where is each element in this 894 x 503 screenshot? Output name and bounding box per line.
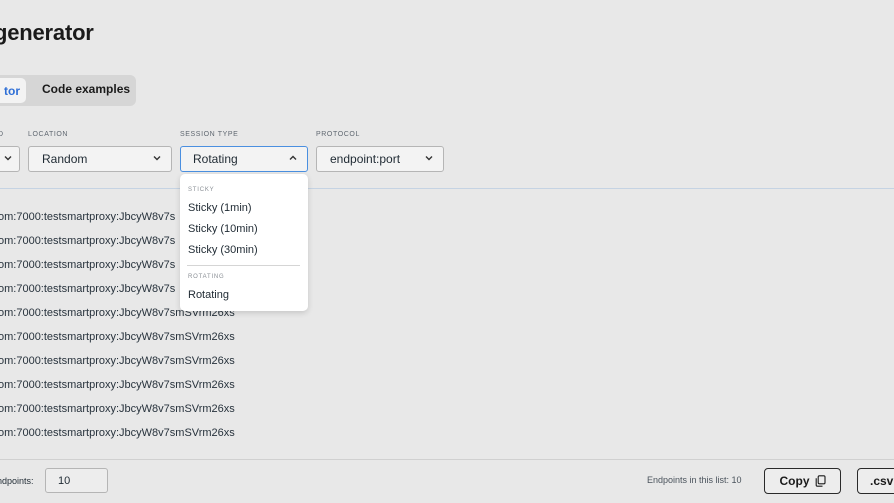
endpoint-row: om:7000:testsmartproxy:JbcyW8v7smSVrm26x… (0, 403, 235, 415)
option-sticky-10min[interactable]: Sticky (10min) (188, 223, 258, 235)
dropdown-section-rotating: ROTATING (188, 274, 225, 280)
chevron-up-icon (289, 155, 297, 160)
protocol-label: PROTOCOL (316, 131, 360, 138)
endpoint-row: om:7000:testsmartproxy:JbcyW8v7s (0, 211, 176, 223)
footer-divider (0, 459, 894, 460)
chevron-down-icon (425, 156, 433, 161)
csv-button[interactable]: .csv (857, 468, 894, 494)
dropdown-section-sticky: STICKY (188, 187, 215, 193)
partial-field-label: D (0, 131, 4, 138)
session-type-select[interactable]: Rotating (180, 146, 308, 172)
dropdown-separator (187, 265, 300, 266)
endpoints-in-list: Endpoints in this list: 10 (647, 475, 742, 485)
endpoint-row: om:7000:testsmartproxy:JbcyW8v7s (0, 259, 176, 271)
location-value: Random (42, 152, 88, 166)
page-title: generator (0, 20, 94, 45)
endpoint-row: om:7000:testsmartproxy:JbcyW8v7smSVrm26x… (0, 427, 235, 439)
endpoint-row: om:7000:testsmartproxy:JbcyW8v7smSVrm26x… (0, 379, 235, 391)
chevron-down-icon (153, 156, 161, 161)
location-label: LOCATION (28, 131, 69, 138)
tab-code-examples[interactable]: Code examples (42, 75, 130, 106)
option-sticky-1min[interactable]: Sticky (1min) (188, 202, 252, 214)
location-select[interactable]: Random (28, 146, 172, 172)
option-sticky-30min[interactable]: Sticky (30min) (188, 244, 258, 256)
csv-button-label: .csv (870, 474, 894, 488)
endpoint-row: om:7000:testsmartproxy:JbcyW8v7s (0, 235, 176, 247)
endpoint-row: om:7000:testsmartproxy:JbcyW8v7smSVrm26x… (0, 355, 235, 367)
session-type-value: Rotating (193, 152, 238, 166)
copy-icon (815, 475, 826, 487)
protocol-value: endpoint:port (330, 152, 401, 166)
copy-button[interactable]: Copy (764, 468, 841, 494)
partial-select[interactable] (0, 146, 20, 172)
tab-bar: tor Code examples (0, 75, 136, 106)
option-rotating[interactable]: Rotating (188, 289, 229, 301)
session-type-label: SESSION TYPE (180, 131, 239, 138)
endpoint-count-input[interactable] (45, 468, 108, 493)
endpoint-count-label: ndpoints: (0, 476, 34, 486)
section-divider (0, 188, 894, 189)
endpoint-row: om:7000:testsmartproxy:JbcyW8v7s (0, 283, 176, 295)
tab-generator[interactable]: tor (0, 78, 26, 103)
endpoint-row: om:7000:testsmartproxy:JbcyW8v7smSVrm26x… (0, 331, 235, 343)
copy-button-label: Copy (779, 474, 810, 488)
chevron-down-icon (4, 156, 12, 161)
session-type-dropdown: STICKY Sticky (1min) Sticky (10min) Stic… (180, 174, 308, 311)
protocol-select[interactable]: endpoint:port (316, 146, 444, 172)
